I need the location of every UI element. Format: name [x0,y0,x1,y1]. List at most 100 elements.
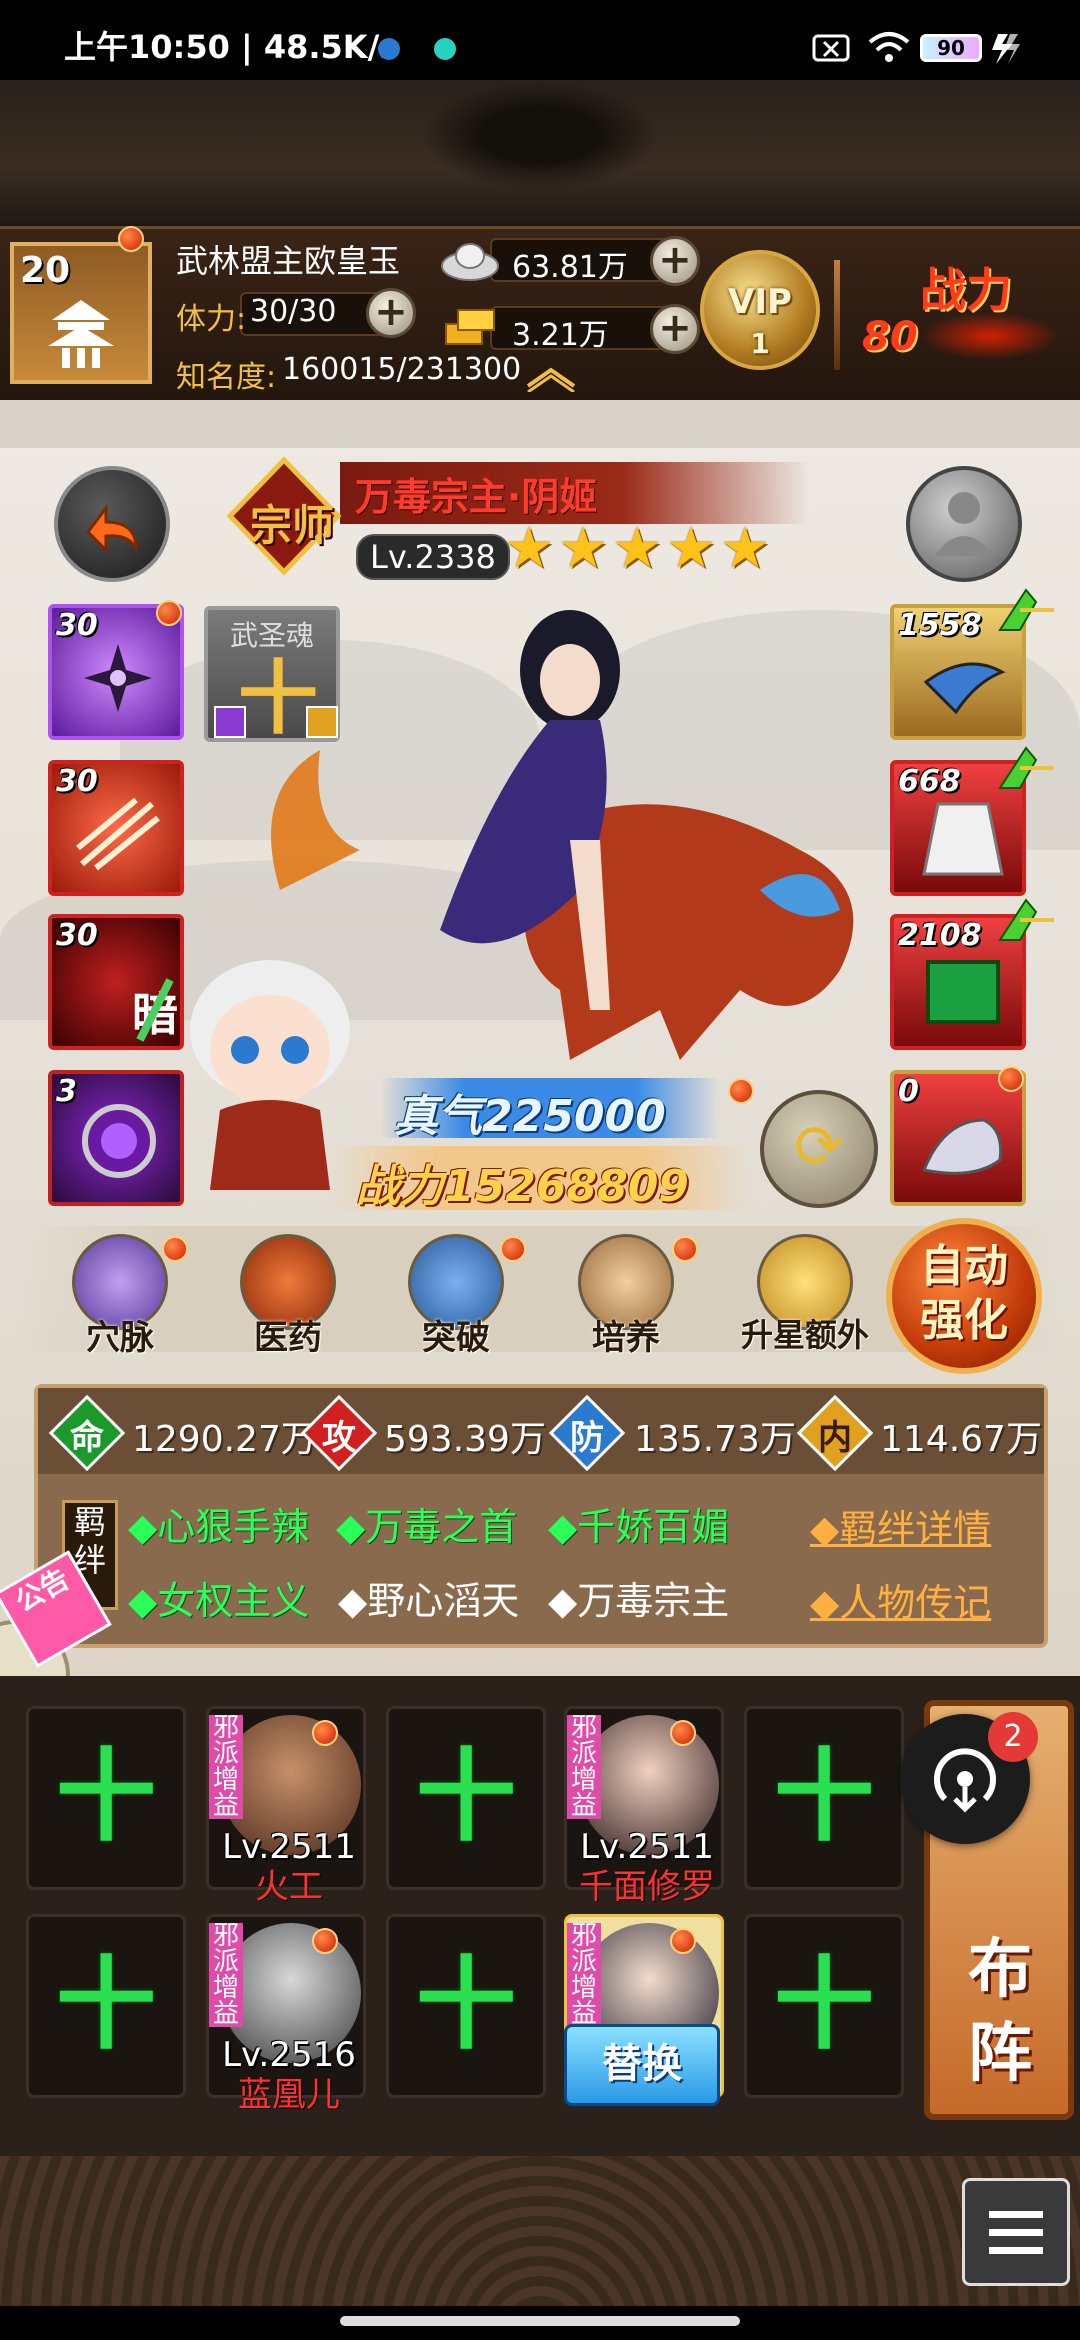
notification-dot [162,1236,188,1262]
lineup-slot[interactable]: 邪派增益 Lv.2511 千面修罗 [564,1706,724,1907]
star-icon: ★ [558,516,609,581]
silver-amount: 63.81万 [512,250,628,285]
cultivate-button[interactable]: 培养 [566,1234,686,1359]
role-tag: 邪派增益 [567,1715,601,1819]
cultivate-label: 培养 [592,1318,660,1358]
star-up-extra-button[interactable]: 升星额外 [730,1234,880,1356]
bottom-decor [0,2156,1080,2306]
pagoda-icon [48,300,114,368]
menu-icon [989,2211,1043,2254]
role-tag: 邪派增益 [209,1923,243,2027]
add-silver-button[interactable]: + [650,236,700,286]
close-box-icon [812,34,850,62]
blade-icon [923,662,1006,715]
star-up-extra-label: 升星额外 [740,1316,869,1354]
skill-slot[interactable]: 30 [48,760,184,896]
stamina-label: 体力: [176,302,247,337]
hero-name: 千面修罗 [579,1867,715,1907]
notification-dot [728,1078,754,1104]
medicine-label: 医药 [254,1318,322,1358]
home-indicator[interactable] [340,2316,740,2326]
roof-ornament [420,80,660,190]
fame-label: 知名度: [176,360,277,395]
top-power-display[interactable]: 战力 80 [850,248,1075,378]
biography-link[interactable]: ◆人物传记 [810,1572,991,1627]
power-flame [920,312,1060,360]
panel-top-strip [0,400,1080,448]
menu-button[interactable] [962,2178,1070,2286]
battery-icon: 90 [920,34,982,62]
formation-label: 布阵 [968,1933,1032,2091]
hp-label: 命 [70,1418,104,1458]
stamina-value: 30/30 [250,294,337,329]
shield-icon [378,38,400,60]
back-button[interactable] [54,466,170,582]
empty-lineup-slot[interactable]: 十 [386,1914,546,2098]
lineup-slot[interactable]: 邪派增益 Lv.2516 蓝凰儿 [206,1914,366,2115]
add-hero-icon: 十 [56,1946,156,2063]
notification-dot [670,1928,696,1954]
star-icon: ★ [504,516,555,581]
player-name: 武林盟主欧皇玉 [176,242,401,280]
auto-strengthen-label: 自动强化 [920,1241,1008,1346]
defense-label: 防 [570,1418,604,1458]
notification-dot [670,1720,696,1746]
gold-ingot-icon [445,309,495,345]
role-tag: 邪派增益 [567,1923,601,2027]
qi-value: 真气225000 [394,1091,666,1142]
upgrade-arrow-icon [998,746,1054,789]
refresh-button[interactable]: ⟳ [760,1090,878,1208]
trait: ◆千娇百媚 [548,1505,730,1549]
add-hero-icon: 十 [416,1946,516,2063]
empty-lineup-slot[interactable]: 十 [744,1914,904,2098]
empty-lineup-slot[interactable]: 十 [26,1706,186,1890]
trait: ◆万毒宗主 [548,1579,730,1623]
inner-value: 114.67万 [880,1419,1042,1460]
rank-badge-text: 宗师 [250,501,335,550]
add-stamina-button[interactable]: + [366,288,416,338]
add-hero-icon: 十 [56,1738,156,1855]
status-time-speed: 上午10:50 | 48.5K/s [64,28,399,66]
rank-badge: 宗师 [224,456,344,576]
breakthrough-button[interactable]: 突破 [396,1234,516,1359]
hero-name: 蓝凰儿 [238,2075,340,2115]
slot-level: 2108 [898,918,982,953]
avatar-button[interactable] [906,466,1022,582]
slot-level: 30 [56,918,98,953]
battery-level: 90 [937,36,965,60]
defense-value: 135.73万 [634,1419,796,1460]
medicine-button[interactable]: 医药 [228,1234,348,1359]
breakthrough-label: 突破 [422,1318,490,1358]
role-tag: 邪派增益 [209,1715,243,1819]
charging-icon [992,34,1020,64]
notification-dot [312,1928,338,1954]
empty-lineup-slot[interactable]: 十 [386,1706,546,1890]
hero-name: 火工 [255,1867,323,1907]
add-hero-icon: 十 [774,1738,874,1855]
back-arrow-icon [86,503,138,554]
empty-lineup-slot[interactable]: 十 [744,1706,904,1890]
chevron-up-icon[interactable] [524,362,578,392]
hero-level: Lv.2338 [356,534,510,580]
fame-value: 160015/231300 [282,352,522,387]
trait: ◆心狠手辣 [128,1505,310,1549]
lineup-slot[interactable]: 邪派增益 Lv.2511 火工 [206,1706,366,1907]
swap-button[interactable]: 替换 [564,2024,720,2106]
top-power-value: 80 [862,314,918,360]
robe-icon [922,802,1004,876]
book-icon [926,960,1000,1024]
bond-detail-link[interactable]: ◆羁绊详情 [810,1498,991,1553]
attack-label: 攻 [322,1418,356,1458]
shuriken-icon [84,644,152,712]
add-gold-button[interactable]: + [650,304,700,354]
app-notification-icon [434,38,456,60]
upgrade-arrow-icon [998,898,1054,941]
trait: ◆野心滔天 [338,1579,520,1623]
add-hero-icon: 十 [774,1946,874,2063]
notification-dot [156,600,182,626]
top-power-label: 战力 [920,263,1012,317]
notification-dot [312,1720,338,1746]
upgrade-arrow-icon [998,588,1054,631]
trait: ◆女权主义 [128,1579,310,1623]
empty-lineup-slot[interactable]: 十 [26,1914,186,2098]
